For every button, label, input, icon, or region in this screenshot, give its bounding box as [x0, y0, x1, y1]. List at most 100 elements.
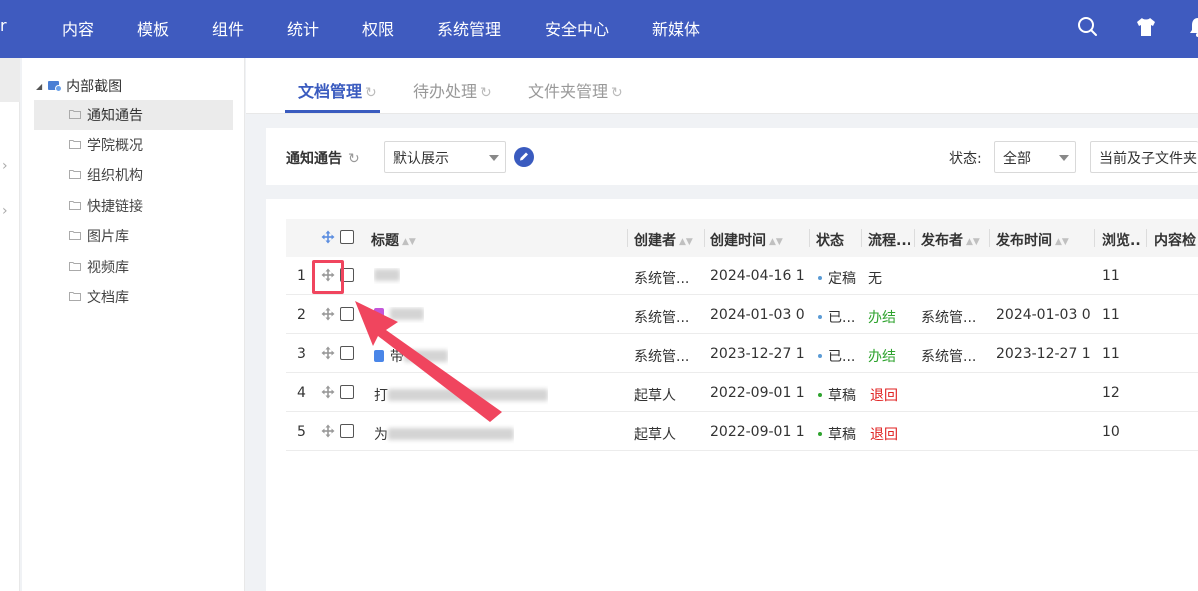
- tree-item-quick-links[interactable]: 快捷链接: [34, 191, 233, 221]
- tab-pending-tasks[interactable]: 待办处理 ↻: [413, 78, 492, 102]
- bell-icon[interactable]: [1186, 15, 1198, 39]
- caret-down-icon[interactable]: ◢: [36, 82, 42, 91]
- drag-handle-icon[interactable]: [321, 385, 335, 399]
- row-title-blurred[interactable]: [374, 307, 424, 323]
- filter-bar: 通知通告 ↻ 默认展示 状态: 全部 当前及子文件夹: [266, 128, 1198, 185]
- side-menu-selected-item[interactable]: [0, 58, 20, 102]
- row-title-blurred[interactable]: 带: [374, 346, 448, 366]
- sort-icon[interactable]: ▲▼: [679, 237, 693, 247]
- row-checkbox[interactable]: [340, 307, 354, 321]
- row-title-blurred[interactable]: 为: [374, 424, 514, 444]
- row-views: 11: [1102, 268, 1120, 284]
- col-publisher[interactable]: 发布者 ▲▼: [921, 230, 980, 250]
- col-content-check[interactable]: 内容检: [1154, 230, 1198, 250]
- tree-item-notice[interactable]: 通知通告: [34, 100, 233, 130]
- file-type-icon: [374, 308, 384, 320]
- refresh-icon[interactable]: ↻: [348, 151, 360, 167]
- refresh-icon[interactable]: ↻: [365, 85, 377, 101]
- move-all-icon[interactable]: [321, 230, 335, 244]
- nav-item-content[interactable]: 内容: [62, 16, 94, 40]
- drag-handle-icon[interactable]: [321, 346, 335, 360]
- tree-item-document-library[interactable]: 文档库: [34, 282, 233, 312]
- col-creator[interactable]: 创建者 ▲▼: [634, 230, 693, 250]
- row-title-blurred[interactable]: 打: [374, 385, 548, 405]
- view-mode-select[interactable]: 默认展示: [384, 141, 506, 173]
- sort-icon[interactable]: ▲▼: [966, 237, 980, 247]
- row-status: 已...: [818, 346, 855, 366]
- col-created-at[interactable]: 创建时间 ▲▼: [710, 230, 783, 250]
- sort-icon[interactable]: ▲▼: [402, 237, 416, 247]
- redacted-text: [388, 389, 548, 401]
- tree-item-label: 视频库: [87, 260, 129, 276]
- row-title-prefix: 带: [390, 349, 404, 365]
- table-row[interactable]: 1 系统管... 2024-04-16 1... 定稿 无 11: [286, 257, 1198, 295]
- row-views: 12: [1102, 385, 1120, 401]
- row-status: 草稿: [818, 424, 856, 444]
- status-filter-label: 状态:: [949, 151, 982, 167]
- table-row[interactable]: 4 打 起草人 2022-09-01 1... 草稿 退回 12: [286, 374, 1198, 412]
- nav-item-template[interactable]: 模板: [137, 16, 169, 40]
- edit-view-button[interactable]: [514, 147, 534, 167]
- scope-select[interactable]: 当前及子文件夹: [1090, 141, 1198, 173]
- nav-edge-text: r: [0, 16, 7, 35]
- col-status[interactable]: 状态: [816, 230, 844, 250]
- nav-item-permission[interactable]: 权限: [362, 16, 394, 40]
- table-row[interactable]: 5 为 起草人 2022-09-01 1... 草稿 退回 10: [286, 413, 1198, 451]
- tab-document-management[interactable]: 文档管理 ↻: [298, 78, 377, 102]
- nav-item-security-center[interactable]: 安全中心: [545, 16, 609, 40]
- col-title[interactable]: 标题 ▲▼: [371, 230, 416, 250]
- chevron-right-icon[interactable]: ›: [2, 203, 8, 219]
- tree-item-college-overview[interactable]: 学院概况: [34, 130, 233, 160]
- tree-item-video-library[interactable]: 视频库: [34, 252, 233, 282]
- row-checkbox[interactable]: [340, 385, 354, 399]
- sort-icon[interactable]: ▲▼: [1055, 237, 1069, 247]
- row-created-at: 2024-01-03 0...: [710, 307, 806, 323]
- row-creator: 系统管...: [634, 271, 690, 287]
- col-published-at[interactable]: 发布时间 ▲▼: [996, 230, 1069, 250]
- tree-item-image-library[interactable]: 图片库: [34, 221, 233, 251]
- col-created-at-label: 创建时间: [710, 233, 766, 249]
- row-publisher: 系统管...: [921, 349, 977, 365]
- tree-item-label: 学院概况: [87, 138, 143, 154]
- nav-item-new-media[interactable]: 新媒体: [652, 16, 700, 40]
- row-views: 11: [1102, 307, 1120, 323]
- row-checkbox[interactable]: [340, 346, 354, 360]
- table-row[interactable]: 3 带 系统管... 2023-12-27 1... 已... 办结 系统管..…: [286, 335, 1198, 373]
- row-title-blurred[interactable]: [374, 268, 400, 284]
- folder-icon: [69, 228, 81, 244]
- row-created-at: 2022-09-01 1...: [710, 424, 806, 440]
- tshirt-theme-icon[interactable]: [1134, 15, 1158, 39]
- document-table: 标题 ▲▼ 创建者 ▲▼ 创建时间 ▲▼ 状态 流程... 发布者 ▲▼ 发布时间 ▲▼ …: [266, 199, 1198, 591]
- status-select[interactable]: 全部: [994, 141, 1076, 173]
- refresh-icon[interactable]: ↻: [611, 85, 623, 101]
- tree-item-organization[interactable]: 组织机构: [34, 160, 233, 190]
- col-flow[interactable]: 流程...: [868, 230, 910, 250]
- pencil-icon: [520, 152, 528, 161]
- nav-item-system-management[interactable]: 系统管理: [437, 16, 501, 40]
- row-status-text: 定稿: [828, 271, 856, 287]
- row-published-at: 2023-12-27 1...: [996, 346, 1092, 362]
- tab-folder-management[interactable]: 文件夹管理 ↻: [528, 78, 623, 102]
- row-number: 2: [297, 307, 306, 323]
- table-header: 标题 ▲▼ 创建者 ▲▼ 创建时间 ▲▼ 状态 流程... 发布者 ▲▼ 发布时间 ▲▼ …: [286, 219, 1198, 257]
- drag-handle-icon[interactable]: [321, 424, 335, 438]
- row-checkbox[interactable]: [340, 424, 354, 438]
- table-row[interactable]: 2 系统管... 2024-01-03 0... 已... 办结 系统管... …: [286, 296, 1198, 334]
- folder-icon: [69, 198, 81, 214]
- active-tab-indicator: [285, 110, 380, 113]
- tree-root[interactable]: ◢ 内部截图: [36, 77, 122, 95]
- nav-item-statistics[interactable]: 统计: [287, 16, 319, 40]
- drag-handle-icon[interactable]: [321, 307, 335, 321]
- select-all-checkbox[interactable]: [340, 230, 354, 244]
- folder-icon: [69, 107, 81, 123]
- nav-item-component[interactable]: 组件: [212, 16, 244, 40]
- column-divider: [1094, 229, 1095, 247]
- column-divider: [809, 229, 810, 247]
- sort-icon[interactable]: ▲▼: [769, 237, 783, 247]
- folder-title-text: 通知通告: [286, 151, 342, 167]
- search-icon[interactable]: [1076, 15, 1100, 39]
- refresh-icon[interactable]: ↻: [480, 85, 492, 101]
- row-views: 11: [1102, 346, 1120, 362]
- col-views[interactable]: 浏览...: [1102, 230, 1142, 250]
- chevron-right-icon[interactable]: ›: [2, 158, 8, 174]
